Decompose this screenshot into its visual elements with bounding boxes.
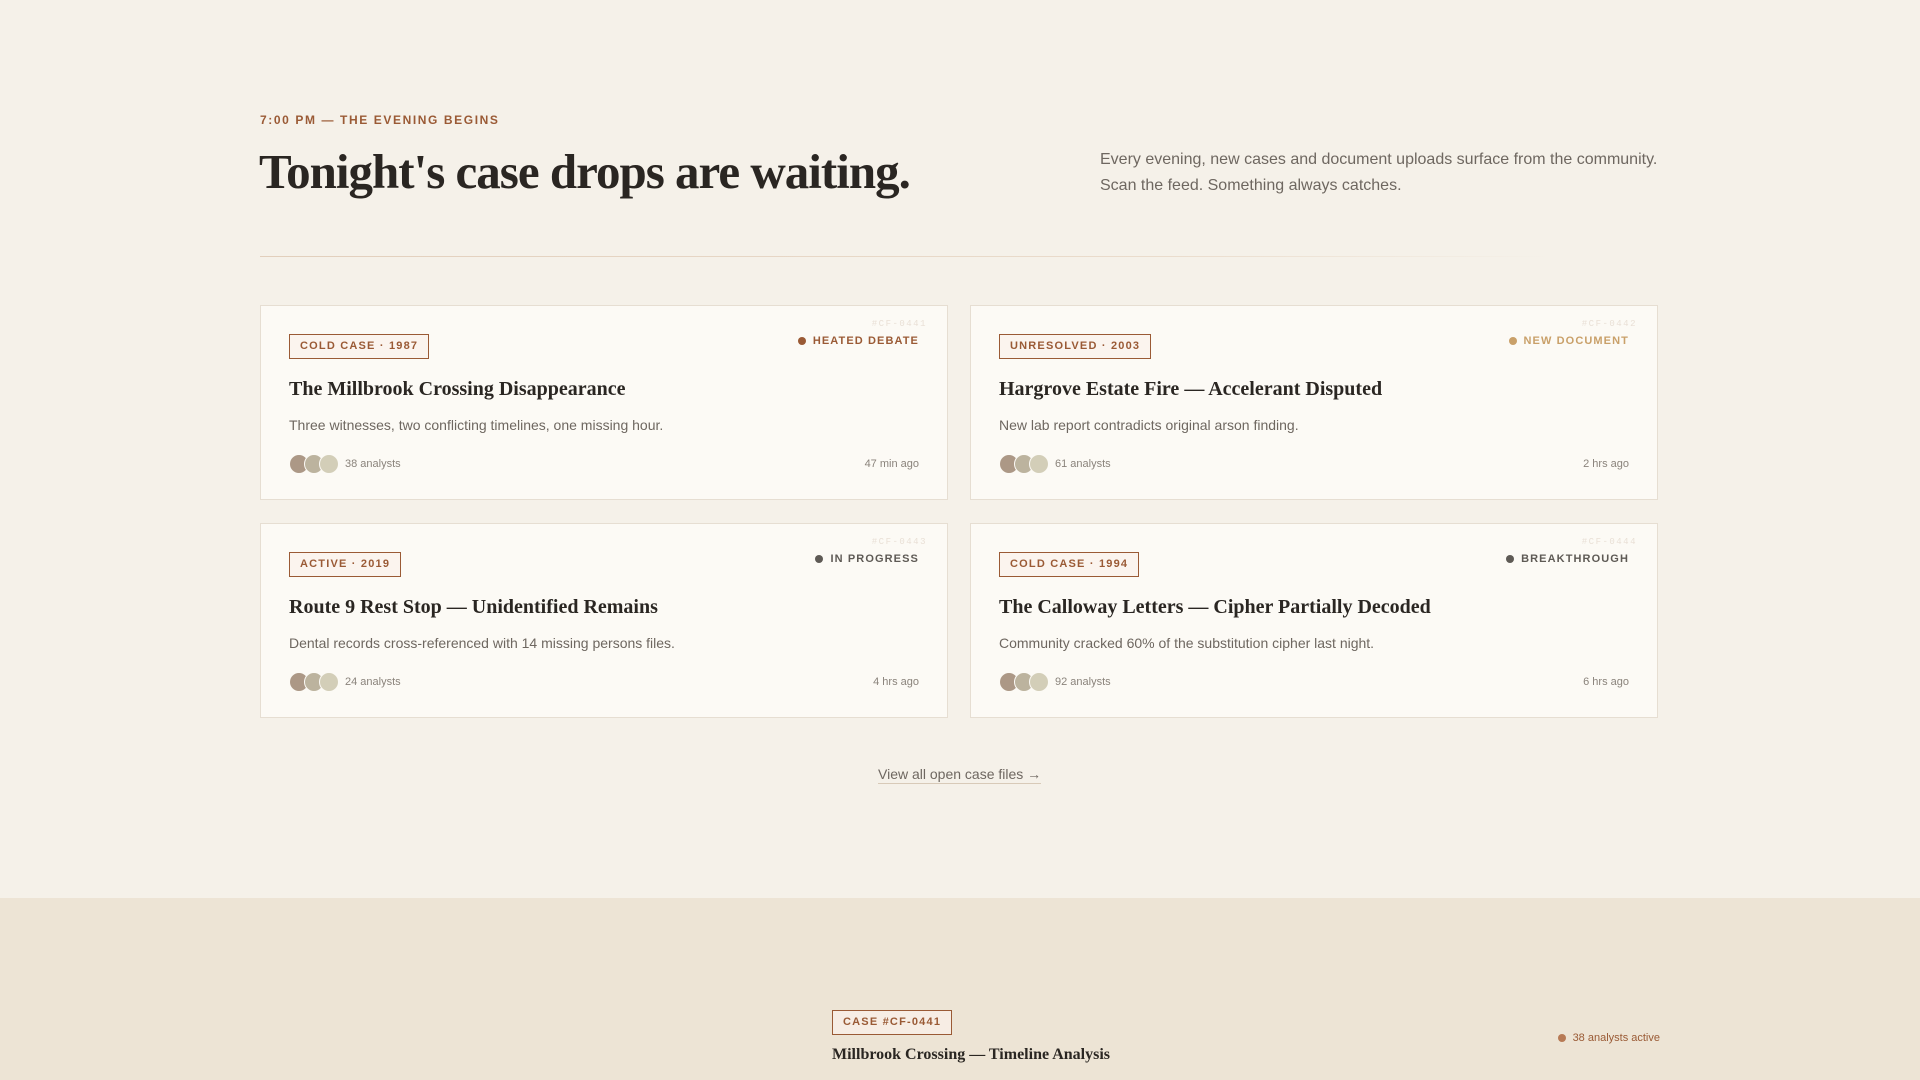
case-card-millbrook[interactable]: #CF-0441 COLD CASE · 1987 HEATED DEBATE … xyxy=(260,305,948,500)
avatar xyxy=(319,672,339,692)
analyst-count: 38 analysts xyxy=(345,458,401,470)
analyst-avatars xyxy=(999,672,1049,692)
case-description: Three witnesses, two conflicting timelin… xyxy=(289,417,664,433)
status-label: HEATED DEBATE xyxy=(812,335,919,347)
case-tag: COLD CASE · 1994 xyxy=(999,552,1140,577)
status-dot-icon xyxy=(815,555,824,563)
case-detail-section: CASE #CF-0441 Millbrook Crossing — Timel… xyxy=(0,898,1920,1080)
case-description: Dental records cross-referenced with 14 … xyxy=(289,635,675,651)
status-label: IN PROGRESS xyxy=(830,553,919,565)
status-badge: BREAKTHROUGH xyxy=(1506,553,1629,565)
divider xyxy=(260,256,1550,257)
case-card-route9[interactable]: #CF-0443 ACTIVE · 2019 IN PROGRESS Route… xyxy=(260,523,948,718)
timestamp: 4 hrs ago xyxy=(873,676,919,688)
case-description: Community cracked 60% of the substitutio… xyxy=(999,635,1375,651)
view-all-link[interactable]: View all open case files → xyxy=(878,766,1042,784)
case-tag: CASE #CF-0441 xyxy=(832,1010,953,1035)
case-title[interactable]: Hargrove Estate Fire — Accelerant Disput… xyxy=(999,378,1382,401)
status-badge: IN PROGRESS xyxy=(815,553,919,565)
case-card-hargrove[interactable]: #CF-0442 UNRESOLVED · 2003 NEW DOCUMENT … xyxy=(970,305,1658,500)
status-label: NEW DOCUMENT xyxy=(1523,335,1629,347)
case-id: #CF-0441 xyxy=(871,319,927,329)
status-dot-icon xyxy=(1506,555,1515,563)
case-detail-title: Millbrook Crossing — Timeline Analysis xyxy=(832,1046,1110,1063)
case-title[interactable]: The Millbrook Crossing Disappearance xyxy=(289,378,626,401)
analyst-count: 61 analysts xyxy=(1055,458,1111,470)
status-dot-icon xyxy=(1508,337,1517,345)
case-id: #CF-0443 xyxy=(871,537,927,547)
timestamp: 2 hrs ago xyxy=(1583,458,1629,470)
status-label: BREAKTHROUGH xyxy=(1521,553,1629,565)
case-tag: COLD CASE · 1987 xyxy=(289,334,430,359)
status-badge: HEATED DEBATE xyxy=(797,335,919,347)
status-dot-icon xyxy=(797,337,806,345)
active-analysts-indicator: 38 analysts active xyxy=(1557,1032,1660,1044)
avatar xyxy=(1029,454,1049,474)
case-title[interactable]: Route 9 Rest Stop — Unidentified Remains xyxy=(289,596,658,619)
analyst-count: 24 analysts xyxy=(345,676,401,688)
status-badge: NEW DOCUMENT xyxy=(1508,335,1629,347)
analyst-avatars xyxy=(289,454,339,474)
case-title[interactable]: The Calloway Letters — Cipher Partially … xyxy=(999,596,1431,619)
analyst-avatars xyxy=(999,454,1049,474)
timestamp: 6 hrs ago xyxy=(1583,676,1629,688)
page-title: Tonight's case drops are waiting. xyxy=(259,144,911,199)
avatar xyxy=(319,454,339,474)
case-id: #CF-0444 xyxy=(1581,537,1637,547)
live-dot-icon xyxy=(1557,1034,1566,1042)
avatar xyxy=(1029,672,1049,692)
case-tag: UNRESOLVED · 2003 xyxy=(999,334,1152,359)
case-description: New lab report contradicts original arso… xyxy=(999,417,1299,433)
page: 7:00 PM — THE EVENING BEGINS Tonight's c… xyxy=(0,0,1920,1080)
analyst-avatars xyxy=(289,672,339,692)
hero-description: Every evening, new cases and document up… xyxy=(1100,151,1658,194)
section-eyebrow: 7:00 PM — THE EVENING BEGINS xyxy=(260,113,500,127)
timestamp: 47 min ago xyxy=(864,458,919,470)
case-card-calloway[interactable]: #CF-0444 COLD CASE · 1994 BREAKTHROUGH T… xyxy=(970,523,1658,718)
active-analysts-label: 38 analysts active xyxy=(1572,1032,1660,1044)
analyst-count: 92 analysts xyxy=(1055,676,1111,688)
case-tag: ACTIVE · 2019 xyxy=(289,552,402,577)
case-id: #CF-0442 xyxy=(1581,319,1637,329)
